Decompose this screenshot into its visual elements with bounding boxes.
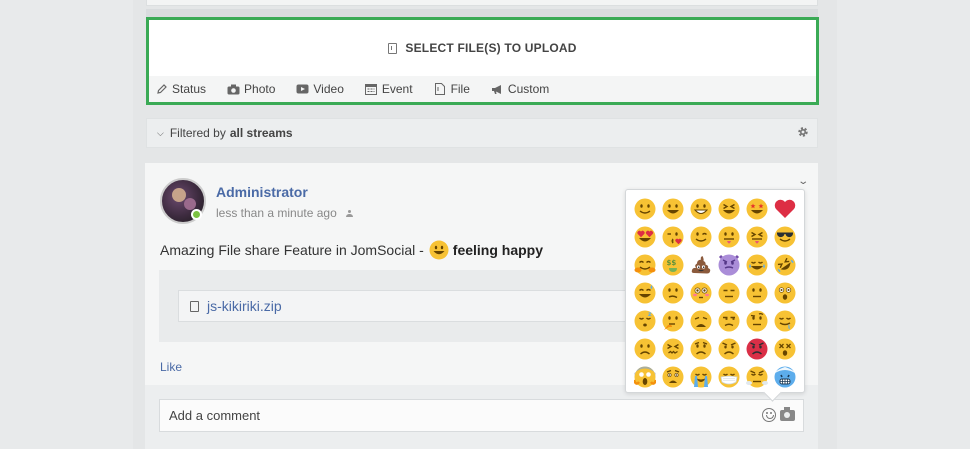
tab-custom[interactable]: Custom xyxy=(491,82,549,96)
online-status-dot xyxy=(191,209,202,220)
filter-value: all streams xyxy=(229,126,293,140)
tongue-out-emoji-icon[interactable] xyxy=(715,223,743,251)
imp-emoji-icon[interactable] xyxy=(715,251,743,279)
tab-video-label: Video xyxy=(313,82,344,96)
comment-input[interactable] xyxy=(159,399,804,432)
thinking-emoji-icon[interactable] xyxy=(659,307,687,335)
happy-mood-icon xyxy=(429,240,449,260)
astonished-emoji-icon[interactable] xyxy=(771,279,799,307)
tab-status[interactable]: Status xyxy=(155,82,206,96)
sleeping-emoji-icon[interactable]: z xyxy=(631,307,659,335)
file-icon xyxy=(434,83,447,95)
heart-eyes-emoji-icon[interactable] xyxy=(631,223,659,251)
file-attachment-link[interactable]: js-kikiriki.zip xyxy=(178,290,638,322)
select-files-upload-button[interactable]: SELECT FILE(S) TO UPLOAD xyxy=(149,20,816,76)
grin-emoji-icon[interactable] xyxy=(687,195,715,223)
angry-emoji-icon[interactable] xyxy=(715,335,743,363)
tired-emoji-icon[interactable] xyxy=(687,307,715,335)
persevering-emoji-icon[interactable] xyxy=(659,335,687,363)
hugging-emoji-icon[interactable] xyxy=(631,251,659,279)
confused-emoji-icon[interactable] xyxy=(659,279,687,307)
tab-photo[interactable]: Photo xyxy=(227,82,275,96)
worried-emoji-icon[interactable] xyxy=(687,335,715,363)
pouting-emoji-icon[interactable] xyxy=(743,335,771,363)
triumph-emoji-icon[interactable] xyxy=(743,363,771,391)
frowning-emoji-icon[interactable] xyxy=(631,335,659,363)
sob-emoji-icon[interactable] xyxy=(687,363,715,391)
post-feeling: feeling happy xyxy=(452,242,544,258)
neutral-emoji-icon[interactable] xyxy=(743,279,771,307)
tab-photo-label: Photo xyxy=(244,82,276,96)
laughing-emoji-icon[interactable] xyxy=(715,195,743,223)
kissing-heart-emoji-icon[interactable] xyxy=(659,223,687,251)
star-struck-emoji-icon[interactable] xyxy=(743,195,771,223)
previous-card-edge xyxy=(146,0,818,6)
raised-eyebrow-emoji-icon[interactable] xyxy=(743,307,771,335)
svg-text:$$: $$ xyxy=(667,259,677,267)
red-heart-emoji-icon[interactable] xyxy=(771,195,799,223)
emoji-picker-panel: $$ z xyxy=(625,189,805,393)
tab-file-label: File xyxy=(450,82,470,96)
post-composer: SELECT FILE(S) TO UPLOAD Status Photo Vi… xyxy=(146,17,819,105)
camera-icon[interactable] xyxy=(780,407,795,421)
tab-status-label: Status xyxy=(172,82,207,96)
money-mouth-emoji-icon[interactable]: $$ xyxy=(659,251,687,279)
attachment-name: js-kikiriki.zip xyxy=(207,298,282,314)
grinning-emoji-icon[interactable] xyxy=(659,195,687,223)
megaphone-icon xyxy=(491,83,504,95)
post-options-chevron-icon[interactable]: ⌄ xyxy=(797,176,809,187)
sunglasses-emoji-icon[interactable] xyxy=(771,223,799,251)
pencil-icon xyxy=(155,83,168,95)
expressionless-emoji-icon[interactable] xyxy=(715,279,743,307)
upload-label: SELECT FILE(S) TO UPLOAD xyxy=(405,41,577,55)
flushed-emoji-icon[interactable] xyxy=(687,279,715,307)
post-text: Amazing File share Feature in JomSocial … xyxy=(160,242,424,258)
tab-video[interactable]: Video xyxy=(296,82,344,96)
sweat-smile-emoji-icon[interactable] xyxy=(631,279,659,307)
stream-filter-bar[interactable]: ⌵ Filtered by all streams xyxy=(146,118,818,148)
tab-file[interactable]: File xyxy=(434,82,470,96)
scream-emoji-icon[interactable] xyxy=(631,363,659,391)
filter-prefix: Filtered by xyxy=(169,126,226,140)
tab-event-label: Event xyxy=(381,82,413,96)
unamused-emoji-icon[interactable] xyxy=(715,307,743,335)
rofl-emoji-icon[interactable] xyxy=(771,251,799,279)
composer-tabs: Status Photo Video Event File Custom xyxy=(149,76,816,102)
drooling-emoji-icon[interactable] xyxy=(771,307,799,335)
camera-icon xyxy=(227,83,240,95)
emoji-picker-smiley-icon[interactable] xyxy=(762,408,776,422)
svg-text:z: z xyxy=(648,311,652,318)
squint-tongue-emoji-icon[interactable] xyxy=(743,223,771,251)
poop-emoji-icon[interactable] xyxy=(687,251,715,279)
post-timestamp: less than a minute ago xyxy=(216,206,354,220)
winking-emoji-icon[interactable] xyxy=(687,223,715,251)
post-content: Amazing File share Feature in JomSocial … xyxy=(160,240,543,260)
tab-custom-label: Custom xyxy=(507,82,550,96)
attachment-area: js-kikiriki.zip xyxy=(159,270,638,342)
file-icon xyxy=(190,300,199,312)
post-author-link[interactable]: Administrator xyxy=(216,184,308,200)
slightly-smiling-emoji-icon[interactable] xyxy=(631,195,659,223)
tab-event[interactable]: Event xyxy=(365,82,413,96)
like-link[interactable]: Like xyxy=(160,360,182,374)
file-icon xyxy=(388,42,398,54)
privacy-user-icon[interactable] xyxy=(346,210,354,218)
dizzy-emoji-icon[interactable] xyxy=(771,335,799,363)
cold-face-emoji-icon[interactable] xyxy=(771,363,799,391)
anguished-emoji-icon[interactable] xyxy=(659,363,687,391)
post-time-text: less than a minute ago xyxy=(216,206,337,220)
joy-emoji-icon[interactable] xyxy=(743,251,771,279)
chevron-down-icon: ⌵ xyxy=(157,127,164,138)
mask-emoji-icon[interactable] xyxy=(715,363,743,391)
video-icon xyxy=(296,83,309,95)
gear-icon[interactable] xyxy=(797,126,809,138)
calendar-icon xyxy=(365,83,378,95)
comment-area xyxy=(145,385,818,449)
